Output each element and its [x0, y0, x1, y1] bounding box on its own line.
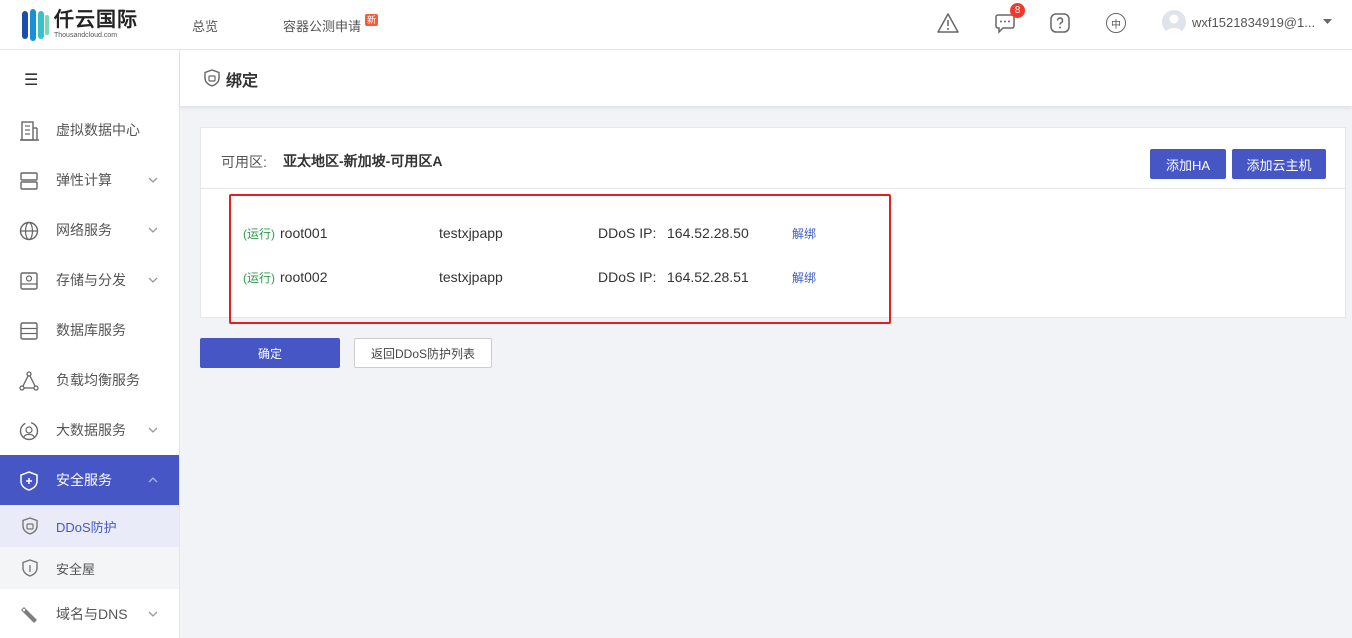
- brand-domain: Thousandcloud.com: [54, 32, 118, 39]
- sidebar-item-domain-dns[interactable]: 域名与DNS: [0, 589, 179, 638]
- ddos-shield-icon: [22, 517, 38, 535]
- sidebar-item-label: 负载均衡服务: [56, 372, 140, 388]
- nav-container-beta-label: 容器公测申请: [283, 18, 362, 34]
- sidebar-item-label: 域名与DNS: [56, 606, 128, 622]
- sidebar-item-label: 安全服务: [56, 472, 112, 488]
- database-icon: [20, 322, 38, 340]
- sidebar-subitem-ddos[interactable]: DDoS防护: [0, 505, 179, 547]
- ddos-ip-value: 164.52.28.51: [667, 269, 749, 285]
- safe-house-icon: [22, 559, 38, 577]
- server-name: root002: [280, 269, 328, 285]
- ddos-ip-label: DDoS IP:: [598, 269, 657, 285]
- top-bar: 仟云国际 Thousandcloud.com 总览 容器公测申请 新 8 中 w…: [0, 0, 1352, 50]
- sidebar-item-security[interactable]: 安全服务: [0, 455, 179, 505]
- add-ha-button[interactable]: 添加HA: [1150, 149, 1226, 179]
- language-switch[interactable]: 中: [1104, 11, 1128, 35]
- help-icon[interactable]: [1048, 11, 1072, 35]
- sidebar: ☰ 虚拟数据中心 弹性计算 网络服务 存储与分发 数据库服务 负载均衡服务 大数…: [0, 50, 180, 638]
- nav-overview-label: 总览: [192, 18, 219, 34]
- globe-icon: [19, 221, 39, 241]
- zone-value: 亚太地区-新加坡-可用区A: [283, 153, 443, 169]
- avatar: [1162, 10, 1186, 34]
- unbind-link[interactable]: 解绑: [792, 225, 816, 242]
- sidebar-item-virtual-dc[interactable]: 虚拟数据中心: [0, 105, 179, 155]
- new-badge: 新: [365, 14, 379, 26]
- status-label: (运行): [243, 226, 275, 241]
- confirm-button[interactable]: 确定: [200, 338, 340, 368]
- caret-down-icon: [1323, 19, 1333, 24]
- chevron-down-icon: [148, 277, 158, 283]
- chevron-down-icon: [148, 427, 158, 433]
- sidebar-subitem-safe-house[interactable]: 安全屋: [0, 547, 179, 589]
- sidebar-item-label: 网络服务: [56, 222, 112, 238]
- server-app: testxjpapp: [439, 269, 503, 285]
- chevron-down-icon: [148, 227, 158, 233]
- sidebar-item-label: 大数据服务: [56, 422, 126, 438]
- sidebar-subitem-label: DDoS防护: [56, 519, 117, 535]
- server-name: root001: [280, 225, 328, 241]
- ddos-ip-value: 164.52.28.50: [667, 225, 749, 241]
- page-header: 绑定: [180, 50, 1352, 106]
- sidebar-item-database[interactable]: 数据库服务: [0, 305, 179, 355]
- hamburger-icon[interactable]: ☰: [24, 70, 38, 90]
- building-icon: [20, 121, 39, 141]
- bigdata-icon: [19, 421, 39, 441]
- storage-icon: [20, 272, 38, 290]
- status-label: (运行): [243, 270, 275, 285]
- chevron-down-icon: [148, 611, 158, 617]
- user-menu[interactable]: wxf1521834919@1...: [1162, 9, 1333, 35]
- shield-icon: [20, 471, 38, 491]
- sidebar-item-label: 虚拟数据中心: [56, 122, 140, 138]
- highlight-box: [229, 194, 891, 324]
- page-title: 绑定: [226, 73, 259, 90]
- sidebar-item-bigdata[interactable]: 大数据服务: [0, 405, 179, 455]
- brand-logo[interactable]: 仟云国际 Thousandcloud.com: [20, 5, 138, 45]
- nav-overview[interactable]: 总览: [192, 0, 218, 50]
- sidebar-item-load-balance[interactable]: 负载均衡服务: [0, 355, 179, 405]
- logo-mark-icon: [22, 9, 49, 41]
- sidebar-item-label: 存储与分发: [56, 272, 126, 288]
- username: wxf1521834919@1...: [1192, 14, 1316, 30]
- zone-row: 可用区: 亚太地区-新加坡-可用区A 添加HA 添加云主机: [201, 128, 1345, 189]
- server-app: testxjpapp: [439, 225, 503, 241]
- zone-label: 可用区:: [221, 154, 267, 170]
- sidebar-item-storage[interactable]: 存储与分发: [0, 255, 179, 305]
- sidebar-item-network[interactable]: 网络服务: [0, 205, 179, 255]
- add-host-button[interactable]: 添加云主机: [1232, 149, 1326, 179]
- message-count-badge: 8: [1010, 3, 1025, 18]
- chevron-up-icon: [148, 477, 158, 483]
- ddos-shield-icon: [204, 69, 220, 87]
- back-to-ddos-list-button[interactable]: 返回DDoS防护列表: [354, 338, 492, 368]
- language-label: 中: [1106, 13, 1126, 33]
- brand-name: 仟云国际: [54, 9, 138, 31]
- sidebar-item-label: 数据库服务: [56, 322, 126, 338]
- ddos-ip-label: DDoS IP:: [598, 225, 657, 241]
- load-balance-icon: [19, 371, 39, 391]
- tag-icon: [21, 607, 37, 623]
- sidebar-item-label: 弹性计算: [56, 172, 112, 188]
- message-icon[interactable]: 8: [993, 3, 1025, 35]
- chevron-down-icon: [148, 177, 158, 183]
- unbind-link[interactable]: 解绑: [792, 269, 816, 286]
- sidebar-subitem-label: 安全屋: [56, 561, 96, 577]
- server-icon: [20, 172, 38, 190]
- nav-container-beta[interactable]: 容器公测申请 新: [283, 0, 379, 50]
- sidebar-item-compute[interactable]: 弹性计算: [0, 155, 179, 205]
- alert-icon[interactable]: [936, 11, 960, 35]
